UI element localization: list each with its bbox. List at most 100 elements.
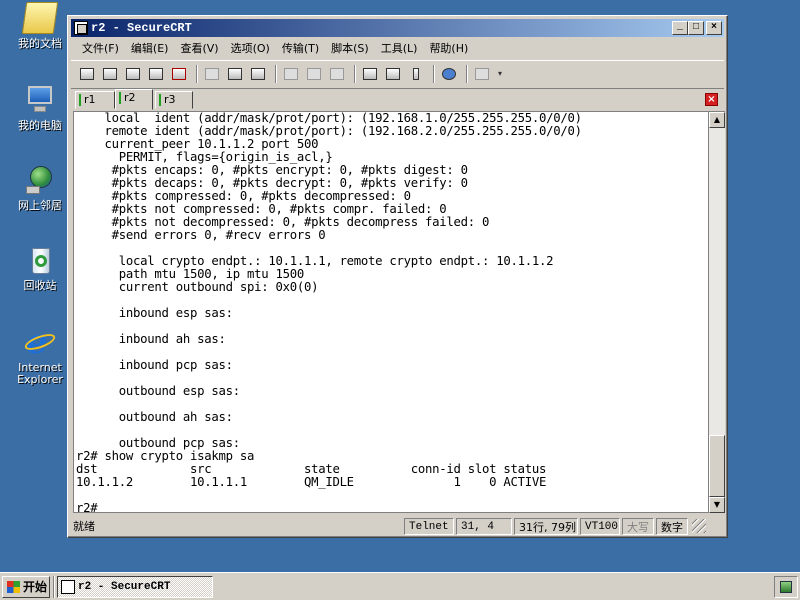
desktop-icon-label: 网上邻居 xyxy=(18,199,62,212)
print-selection-icon[interactable] xyxy=(304,64,324,84)
tab-r3[interactable]: r3 xyxy=(155,91,193,109)
find-icon[interactable] xyxy=(248,64,268,84)
desktop-icon-internet-explorer[interactable]: e Internet Explorer xyxy=(8,325,72,386)
scroll-up-icon[interactable]: ▲ xyxy=(709,112,725,128)
menu-bar: 文件(F) 编辑(E) 查看(V) 选项(O) 传输(T) 脚本(S) 工具(L… xyxy=(71,38,724,58)
connect-in-tab-icon[interactable] xyxy=(123,64,143,84)
terminal-line: inbound esp sas: xyxy=(76,306,233,320)
terminal-output[interactable]: local ident (addr/mask/prot/port): (192.… xyxy=(73,111,709,513)
status-protocol: Telnet xyxy=(404,517,454,535)
toolbar-separator xyxy=(433,64,435,83)
folder-icon xyxy=(21,2,59,34)
tab-r2[interactable]: r2 xyxy=(115,89,153,110)
terminal-line: inbound ah sas: xyxy=(76,332,226,346)
paste-icon[interactable] xyxy=(225,64,245,84)
terminal-line: #send errors 0, #recv errors 0 xyxy=(76,228,326,242)
maximize-button[interactable]: □ xyxy=(688,21,704,35)
terminal-text: local ident (addr/mask/prot/port): (192.… xyxy=(74,112,708,513)
tab-label: r2 xyxy=(124,91,136,104)
copy-icon[interactable] xyxy=(202,64,222,84)
taskbar-separator xyxy=(53,576,55,598)
toolbar-options-icon[interactable] xyxy=(472,64,492,84)
securecrt-window: r2 - SecureCRT _ □ × 文件(F) 编辑(E) 查看(V) 选… xyxy=(67,15,728,538)
scrollbar-thumb[interactable] xyxy=(709,435,725,497)
internet-explorer-icon: e xyxy=(22,325,58,359)
vertical-scrollbar[interactable]: ▲ ▼ xyxy=(709,111,725,513)
taskbar-item-label: r2 - SecureCRT xyxy=(78,581,171,593)
close-button[interactable]: × xyxy=(706,21,722,35)
title-bar[interactable]: r2 - SecureCRT _ □ × xyxy=(71,19,724,37)
network-icon xyxy=(24,164,56,196)
terminal-line: 10.1.1.2 10.1.1.1 QM_IDLE 1 0 ACTIVE xyxy=(76,475,547,489)
reconnect-icon[interactable] xyxy=(146,64,166,84)
menu-options[interactable]: 选项(O) xyxy=(228,40,279,56)
desktop-icon-my-computer[interactable]: 我的电脑 xyxy=(8,84,72,132)
close-tab-icon[interactable]: × xyxy=(705,93,718,106)
print-icon[interactable] xyxy=(281,64,301,84)
start-button[interactable]: 开始 xyxy=(2,576,50,598)
windows-logo-icon xyxy=(7,581,20,593)
status-bar: 就绪 Telnet 31, 4 31行, 79列 VT100 大写 数字 xyxy=(71,516,724,536)
taskbar: 开始 r2 - SecureCRT xyxy=(0,572,800,600)
status-rowcol: 31行, 79列 xyxy=(514,517,578,535)
recycle-bin-icon xyxy=(24,244,56,276)
connected-indicator-icon xyxy=(159,94,161,106)
terminal-line: outbound ah sas: xyxy=(76,410,233,424)
window-title: r2 - SecureCRT xyxy=(91,21,192,35)
session-options-icon[interactable] xyxy=(360,64,380,84)
start-label: 开始 xyxy=(23,580,48,594)
status-cursor: 31, 4 xyxy=(456,517,512,535)
toolbar-separator xyxy=(196,64,198,83)
desktop-icon-label: 我的电脑 xyxy=(18,119,62,132)
toolbar-overflow-icon[interactable]: ▾ xyxy=(495,64,505,84)
desktop-icon-network[interactable]: 网上邻居 xyxy=(8,164,72,212)
terminal-line: current outbound spi: 0x0(0) xyxy=(76,280,319,294)
desktop-icon-label: 回收站 xyxy=(23,279,57,292)
status-emulation: VT100 xyxy=(580,517,620,535)
desktop-icon-recycle-bin[interactable]: 回收站 xyxy=(8,244,72,292)
global-options-icon[interactable] xyxy=(383,64,403,84)
menu-transfer[interactable]: 传输(T) xyxy=(279,40,328,56)
resize-grip-icon[interactable] xyxy=(692,519,706,533)
app-icon xyxy=(74,21,88,35)
terminal-line: outbound esp sas: xyxy=(76,384,240,398)
status-num: 数字 xyxy=(656,517,688,535)
disconnect-icon[interactable] xyxy=(169,64,189,84)
toolbar-separator xyxy=(275,64,277,83)
computer-icon xyxy=(24,84,56,116)
network-status-icon[interactable] xyxy=(780,581,792,593)
tab-label: r1 xyxy=(84,93,96,106)
connect-icon[interactable] xyxy=(77,64,97,84)
minimize-button[interactable]: _ xyxy=(672,21,688,35)
connected-indicator-icon xyxy=(79,94,81,106)
toolbar: ▾ xyxy=(71,60,724,86)
status-ready: 就绪 xyxy=(73,520,95,533)
terminal-line: inbound pcp sas: xyxy=(76,358,233,372)
help-icon[interactable] xyxy=(439,64,459,84)
print-screen-icon[interactable] xyxy=(327,64,347,84)
toolbar-separator xyxy=(354,64,356,83)
menu-tools[interactable]: 工具(L) xyxy=(378,40,427,56)
taskbar-item-securecrt[interactable]: r2 - SecureCRT xyxy=(57,576,213,598)
connected-indicator-icon xyxy=(119,92,121,104)
toolbar-separator xyxy=(466,64,468,83)
menu-help[interactable]: 帮助(H) xyxy=(426,40,477,56)
app-icon xyxy=(61,580,75,594)
system-tray xyxy=(774,576,798,598)
menu-edit[interactable]: 编辑(E) xyxy=(128,40,178,56)
tab-label: r3 xyxy=(164,93,176,106)
menu-file[interactable]: 文件(F) xyxy=(79,40,128,56)
desktop-icon-my-documents[interactable]: 我的文档 xyxy=(8,2,72,50)
scroll-down-icon[interactable]: ▼ xyxy=(709,497,725,513)
status-caps: 大写 xyxy=(622,517,654,535)
terminal-line: r2# xyxy=(76,501,98,513)
quick-connect-icon[interactable] xyxy=(100,64,120,84)
menu-view[interactable]: 查看(V) xyxy=(177,40,227,56)
keymap-icon[interactable] xyxy=(406,64,426,84)
session-tab-bar: r1 r2 r3 × xyxy=(71,88,724,110)
tab-r1[interactable]: r1 xyxy=(75,91,115,109)
desktop-icon-label: Internet Explorer xyxy=(17,361,63,386)
desktop-icon-label: 我的文档 xyxy=(18,37,62,50)
menu-script[interactable]: 脚本(S) xyxy=(328,40,378,56)
